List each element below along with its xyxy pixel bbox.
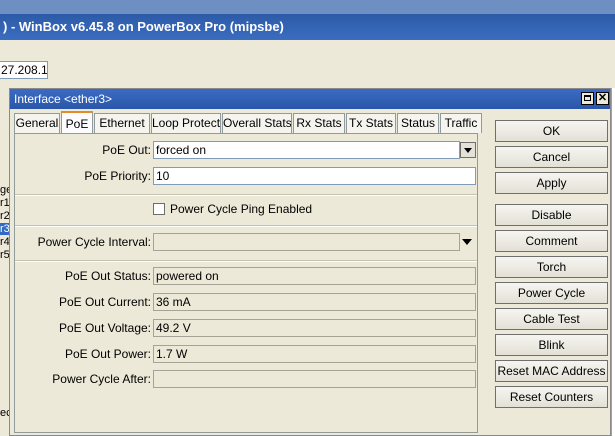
power-cycle-ping-label: Power Cycle Ping Enabled bbox=[170, 202, 313, 216]
blink-button[interactable]: Blink bbox=[495, 334, 608, 356]
poe-out-power-value: 1.7 W bbox=[153, 345, 476, 363]
tab-status[interactable]: Status bbox=[397, 113, 439, 133]
dialog-titlebar[interactable]: Interface <ether3> bbox=[10, 89, 610, 109]
poe-out-select[interactable]: forced on bbox=[153, 141, 460, 159]
tab-overall-stats[interactable]: Overall Stats bbox=[222, 113, 292, 133]
main-window-titlebar: ) - WinBox v6.45.8 on PowerBox Pro (mips… bbox=[0, 14, 615, 40]
poe-out-current-label: PoE Out Current: bbox=[58, 295, 151, 309]
ok-button[interactable]: OK bbox=[495, 120, 608, 142]
power-cycle-after-label: Power Cycle After: bbox=[52, 372, 151, 386]
poe-out-power-label: PoE Out Power: bbox=[64, 347, 151, 361]
cancel-button[interactable]: Cancel bbox=[495, 146, 608, 168]
poe-out-voltage-value: 49.2 V bbox=[153, 319, 476, 337]
tab-loop-protect[interactable]: Loop Protect bbox=[151, 113, 221, 133]
poe-out-status-value: powered on bbox=[153, 267, 476, 285]
tab-traffic[interactable]: Traffic bbox=[440, 113, 482, 133]
poe-out-current-value: 36 mA bbox=[153, 293, 476, 311]
interface-dialog: Interface <ether3> ✕ General PoE Etherne… bbox=[9, 88, 611, 436]
disable-button[interactable]: Disable bbox=[495, 204, 608, 226]
power-cycle-interval-field[interactable] bbox=[153, 233, 460, 251]
divider bbox=[15, 194, 477, 196]
address-field[interactable]: 27.208.10 bbox=[0, 61, 48, 79]
main-window-top-strip bbox=[0, 0, 615, 14]
divider bbox=[15, 260, 477, 262]
poe-out-status-label: PoE Out Status: bbox=[64, 269, 151, 283]
apply-button[interactable]: Apply bbox=[495, 172, 608, 194]
tab-tx-stats[interactable]: Tx Stats bbox=[346, 113, 396, 133]
poe-priority-input[interactable] bbox=[153, 167, 476, 185]
tab-poe[interactable]: PoE bbox=[61, 111, 93, 133]
dialog-title: Interface <ether3> bbox=[14, 92, 113, 106]
maximize-icon[interactable] bbox=[581, 92, 594, 105]
tab-general[interactable]: General bbox=[14, 113, 60, 133]
cable-test-button[interactable]: Cable Test bbox=[495, 308, 608, 330]
torch-button[interactable]: Torch bbox=[495, 256, 608, 278]
power-cycle-after-value bbox=[153, 370, 476, 388]
power-cycle-interval-label: Power Cycle Interval: bbox=[37, 235, 151, 249]
tab-rx-stats[interactable]: Rx Stats bbox=[293, 113, 345, 133]
divider bbox=[15, 225, 477, 227]
power-cycle-button[interactable]: Power Cycle bbox=[495, 282, 608, 304]
tab-ethernet[interactable]: Ethernet bbox=[94, 113, 150, 133]
poe-out-voltage-label: PoE Out Voltage: bbox=[58, 321, 151, 335]
poe-out-label: PoE Out: bbox=[102, 143, 151, 157]
main-window-right-edge bbox=[611, 88, 615, 436]
poe-tab-panel: PoE Out: forced on PoE Priority: Power C… bbox=[14, 133, 478, 433]
dropdown-arrow-icon[interactable] bbox=[460, 142, 476, 158]
poe-priority-label: PoE Priority: bbox=[84, 169, 151, 183]
main-window-toolbar bbox=[0, 40, 615, 89]
reset-counters-button[interactable]: Reset Counters bbox=[495, 386, 608, 408]
dropdown-arrow-icon[interactable] bbox=[462, 236, 474, 248]
power-cycle-ping-checkbox[interactable] bbox=[153, 203, 165, 215]
reset-mac-address-button[interactable]: Reset MAC Address bbox=[495, 360, 608, 382]
comment-button[interactable]: Comment bbox=[495, 230, 608, 252]
close-icon[interactable]: ✕ bbox=[596, 92, 609, 105]
